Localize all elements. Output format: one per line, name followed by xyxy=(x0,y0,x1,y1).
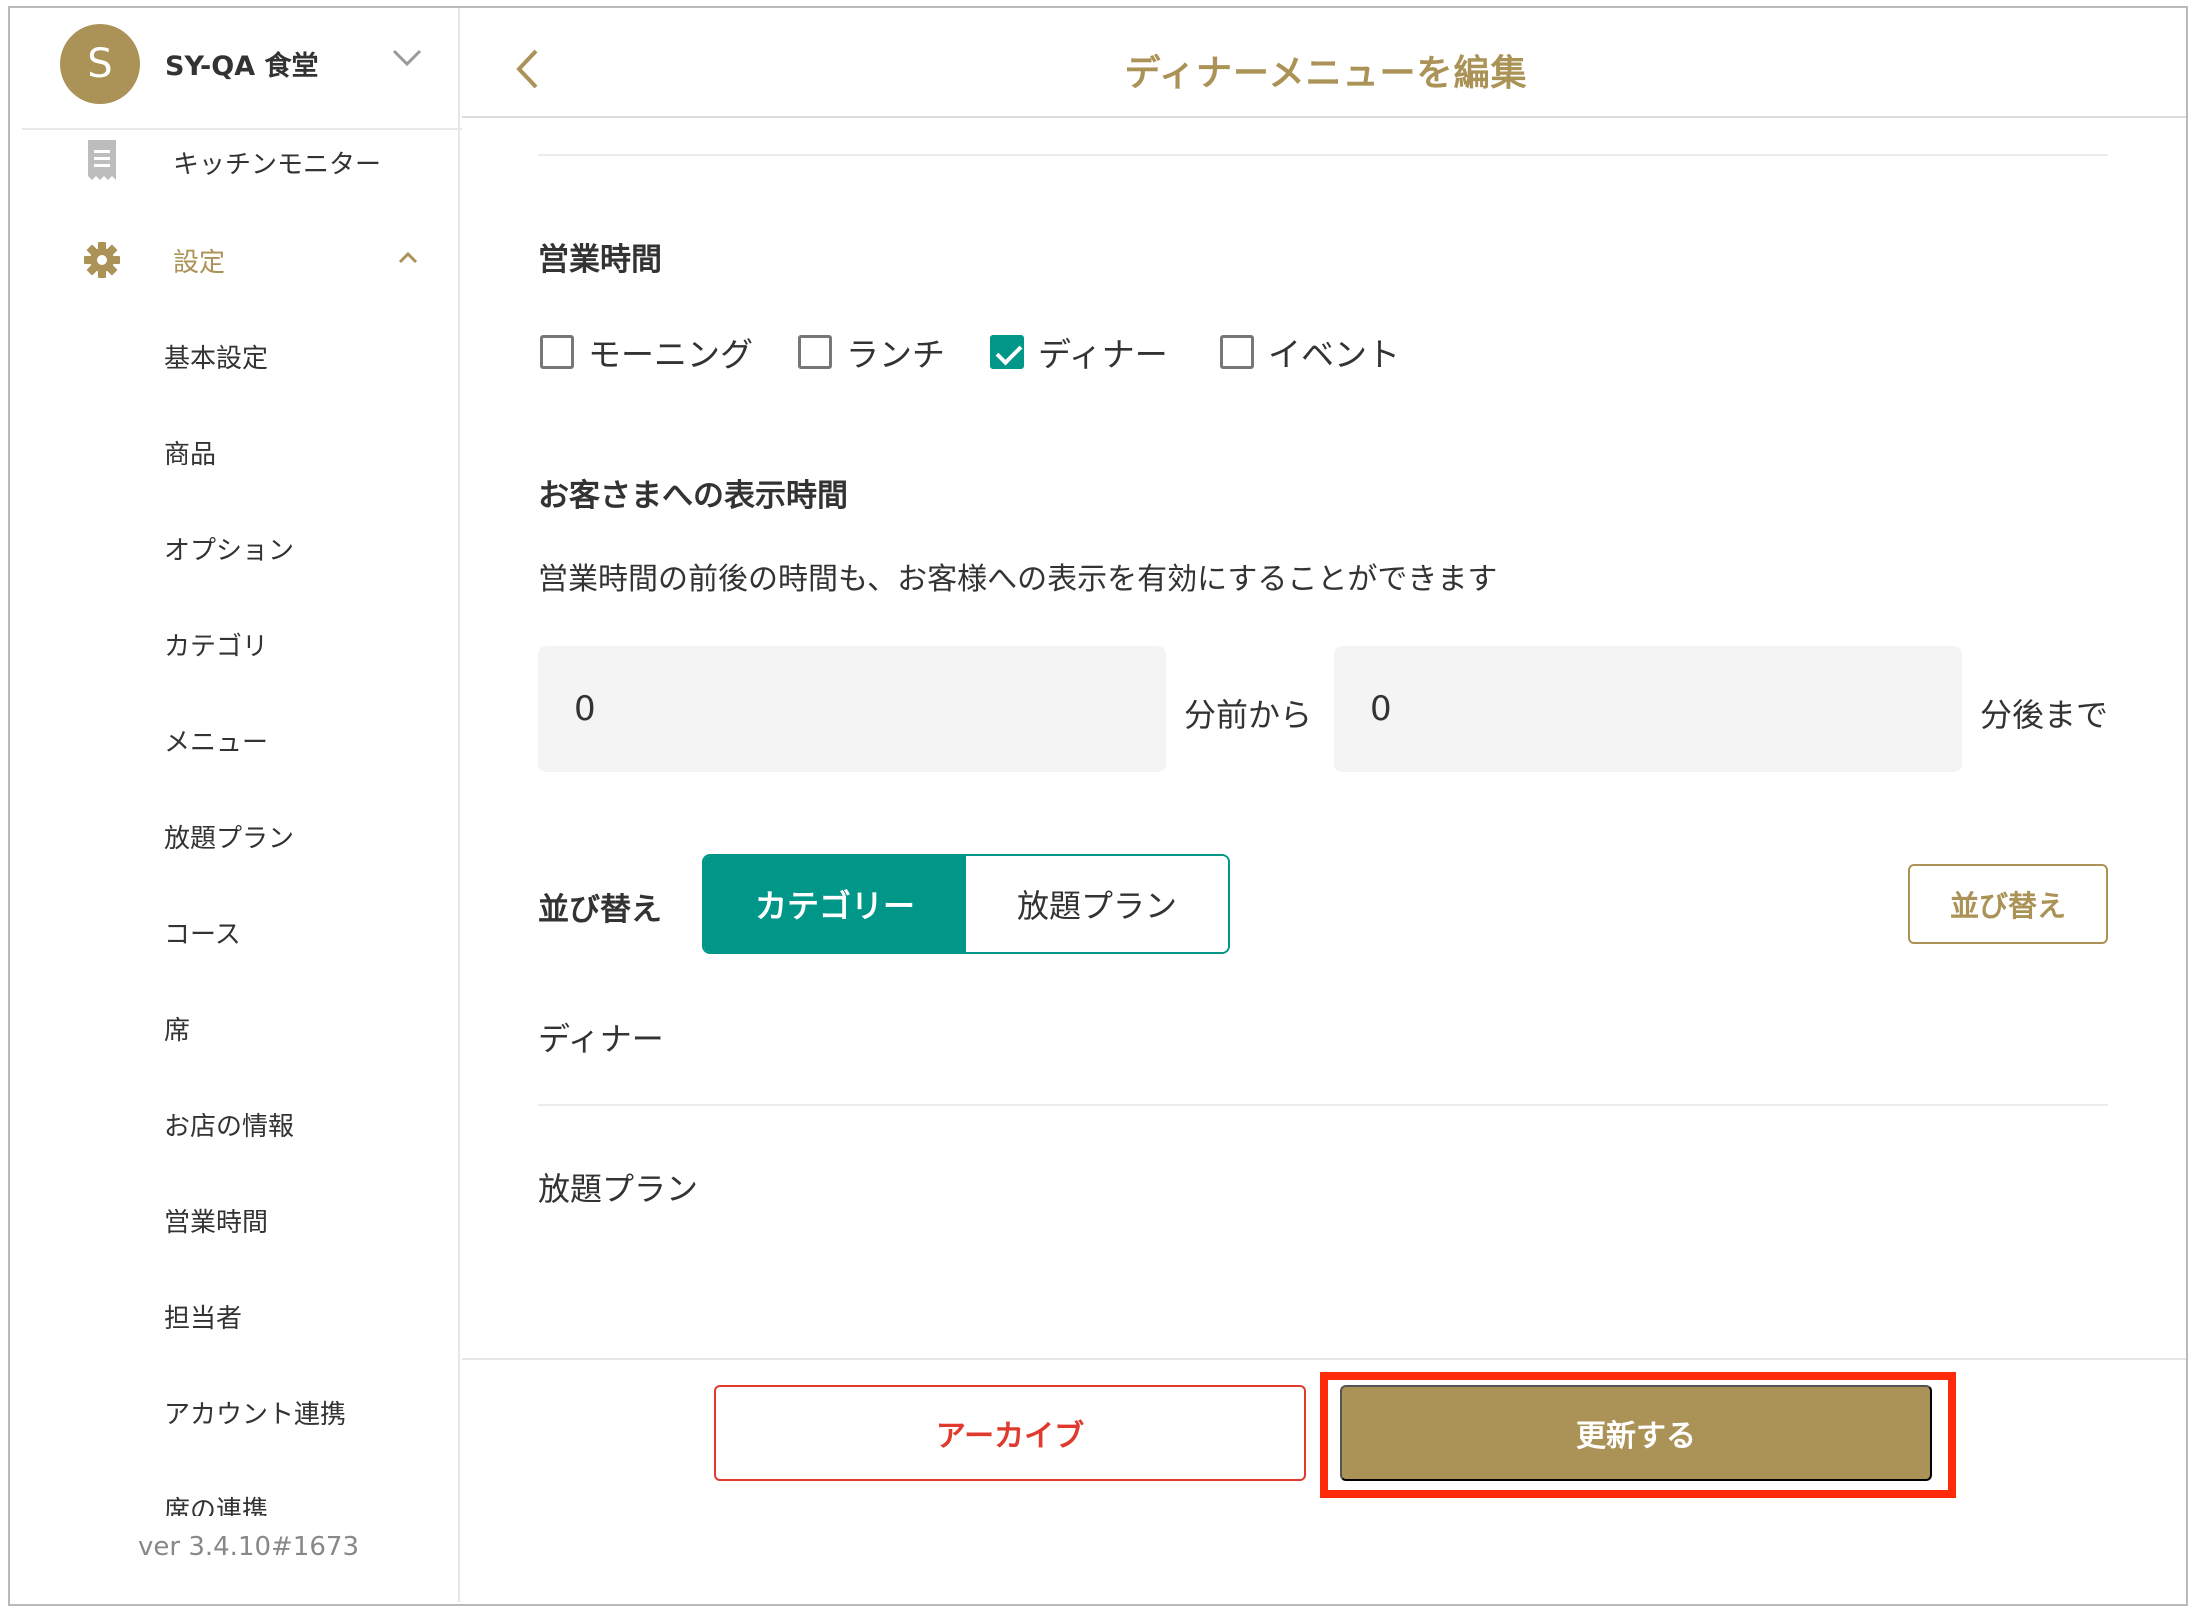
minutes-after-unit: 分後まで xyxy=(1980,696,2109,734)
sidebar-subitem[interactable]: アカウント連携 xyxy=(164,1394,346,1431)
sidebar-subitem[interactable]: 商品 xyxy=(164,434,216,471)
avatar: S xyxy=(60,24,140,104)
footer-divider xyxy=(462,1358,2186,1360)
sidebar-item-kitchen-monitor[interactable]: キッチンモニター xyxy=(10,132,460,192)
sidebar-subitem[interactable]: 席の連携 xyxy=(164,1490,268,1516)
archive-button[interactable]: アーカイブ xyxy=(714,1385,1306,1481)
checkbox-box[interactable] xyxy=(798,335,832,369)
page-title: ディナーメニューを編集 xyxy=(1124,53,1528,94)
sidebar-item-settings[interactable]: 設定 xyxy=(10,228,460,288)
minutes-before-input[interactable] xyxy=(538,646,1166,772)
list-item: 放題プラン xyxy=(538,1170,699,1208)
checkbox-box[interactable] xyxy=(540,335,574,369)
sidebar-divider xyxy=(22,128,462,130)
sort-label: 並び替え xyxy=(538,892,662,928)
sidebar-subitem[interactable]: お店の情報 xyxy=(164,1106,294,1143)
section-title-business-hours: 営業時間 xyxy=(538,242,662,278)
app-window: S SY-QA 食堂 キッチンモニター 設定 基本設定 商品 オプション カテゴ… xyxy=(8,6,2188,1606)
store-name: SY-QA 食堂 xyxy=(165,51,319,82)
checkbox-box-checked[interactable] xyxy=(990,335,1024,369)
sidebar-subitem[interactable]: 基本設定 xyxy=(164,338,268,375)
segment-category[interactable]: カテゴリー xyxy=(704,856,966,952)
version-label: ver 3.4.10#1673 xyxy=(138,1532,359,1562)
receipt-icon xyxy=(88,140,116,180)
minutes-after-input[interactable] xyxy=(1334,646,1962,772)
sort-segmented-control: カテゴリー 放題プラン xyxy=(702,854,1230,954)
sidebar-subitem[interactable]: 担当者 xyxy=(164,1298,242,1335)
store-switcher[interactable]: S SY-QA 食堂 xyxy=(10,8,460,130)
sidebar-subitem[interactable]: メニュー xyxy=(164,722,268,759)
display-time-description: 営業時間の前後の時間も、お客様への表示を有効にすることができます xyxy=(538,562,1498,597)
checkbox-dinner[interactable]: ディナー xyxy=(990,330,1168,374)
sidebar-subitem[interactable]: 営業時間 xyxy=(164,1202,268,1239)
sidebar-subitem[interactable]: カテゴリ xyxy=(164,626,268,663)
main-content: ディナーメニューを編集 営業時間 モーニング ランチ ディナー イベント お客さ… xyxy=(462,8,2186,1602)
chevron-up-icon xyxy=(398,251,418,264)
sidebar-subitem[interactable]: コース xyxy=(164,914,241,951)
segment-all-you-can-plan[interactable]: 放題プラン xyxy=(966,856,1228,952)
checkbox-morning[interactable]: モーニング xyxy=(540,330,753,374)
sidebar-subitem[interactable]: オプション xyxy=(164,530,294,567)
gear-icon xyxy=(84,242,120,278)
checkbox-box[interactable] xyxy=(1220,335,1254,369)
update-button[interactable]: 更新する xyxy=(1340,1385,1932,1481)
section-title-display-time: お客さまへの表示時間 xyxy=(538,478,848,514)
checkbox-label: イベント xyxy=(1268,335,1400,374)
checkbox-label: ランチ xyxy=(846,335,945,374)
sidebar-item-label: キッチンモニター xyxy=(173,150,382,180)
checkbox-label: ディナー xyxy=(1038,335,1168,374)
minutes-before-unit: 分前から xyxy=(1184,696,1313,734)
chevron-down-icon[interactable] xyxy=(390,46,424,70)
checkbox-label: モーニング xyxy=(588,335,753,374)
sidebar-subitem[interactable]: 放題プラン xyxy=(164,818,294,855)
divider xyxy=(538,154,2108,156)
checkbox-event[interactable]: イベント xyxy=(1220,330,1400,374)
checkbox-lunch[interactable]: ランチ xyxy=(798,330,945,374)
sidebar-subitem[interactable]: 席 xyxy=(164,1010,190,1047)
divider xyxy=(538,1104,2108,1106)
list-item: ディナー xyxy=(538,1020,664,1058)
page-header: ディナーメニューを編集 xyxy=(462,8,2186,118)
sidebar-item-label: 設定 xyxy=(173,248,226,278)
sort-button[interactable]: 並び替え xyxy=(1908,864,2108,944)
sidebar: S SY-QA 食堂 キッチンモニター 設定 基本設定 商品 オプション カテゴ… xyxy=(10,8,462,1602)
